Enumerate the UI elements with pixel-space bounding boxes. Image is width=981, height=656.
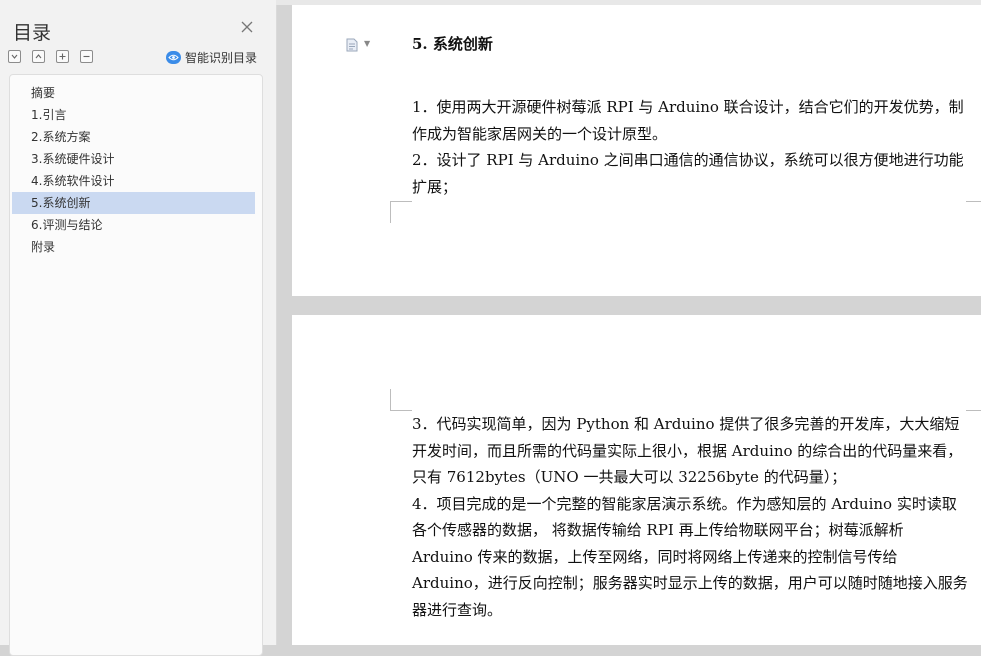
smart-recognize-icon [166, 51, 181, 64]
paragraph: 3．代码实现简单，因为 Python 和 Arduino 提供了很多完善的开发库… [412, 415, 963, 486]
close-icon[interactable] [240, 20, 254, 34]
toc-item-active[interactable]: 5.系统创新 [12, 192, 255, 214]
page-corner-mark [390, 389, 412, 411]
toc-item[interactable]: 2.系统方案 [12, 126, 255, 148]
page-corner-mark [966, 201, 981, 202]
toc-item[interactable]: 6.评测与结论 [12, 214, 255, 236]
smart-recognize-button[interactable]: 智能识别目录 [166, 49, 257, 66]
smart-recognize-label: 智能识别目录 [185, 51, 258, 65]
toc-title: 目录 [13, 22, 52, 44]
toc-toolbar [8, 50, 93, 63]
remove-level-icon[interactable] [80, 50, 93, 63]
expand-up-icon[interactable] [32, 50, 45, 63]
toc-item[interactable]: 3.系统硬件设计 [12, 148, 255, 170]
toc-item[interactable]: 4.系统软件设计 [12, 170, 255, 192]
toc-pane: 目录 智能识别目录 摘要 1.引言 2.系统方案 3.系统硬件设计 4.系统软件… [0, 0, 277, 656]
paragraph: 4．项目完成的是一个完整的智能家居演示系统。作为感知层的 Arduino 实时读… [412, 494, 968, 619]
toc-item[interactable]: 1.引言 [12, 104, 255, 126]
paragraph: 1．使用两大开源硬件树莓派 RPI 与 Arduino 联合设计，结合它们的开发… [412, 98, 964, 143]
toc-list: 摘要 1.引言 2.系统方案 3.系统硬件设计 4.系统软件设计 5.系统创新 … [12, 82, 255, 258]
document-page: 3．代码实现简单，因为 Python 和 Arduino 提供了很多完善的开发库… [292, 315, 981, 645]
chevron-down-icon[interactable]: ▼ [364, 39, 370, 48]
collapse-all-icon[interactable] [8, 50, 21, 63]
page-corner-mark [966, 410, 981, 411]
page-corner-mark [390, 201, 412, 223]
page2-body: 3．代码实现简单，因为 Python 和 Arduino 提供了很多完善的开发库… [412, 411, 968, 623]
document-icon[interactable] [346, 37, 358, 52]
paragraph: 2．设计了 RPI 与 Arduino 之间串口通信的通信协议，系统可以很方便地… [412, 151, 964, 196]
document-area: ▼ 5. 系统创新 1．使用两大开源硬件树莓派 RPI 与 Arduino 联合… [276, 0, 981, 645]
section-heading: 5. 系统创新 [412, 35, 493, 53]
toc-list-panel: 摘要 1.引言 2.系统方案 3.系统硬件设计 4.系统软件设计 5.系统创新 … [9, 74, 263, 656]
toc-item[interactable]: 摘要 [12, 82, 255, 104]
document-page: ▼ 5. 系统创新 1．使用两大开源硬件树莓派 RPI 与 Arduino 联合… [292, 5, 981, 296]
page1-body: 1．使用两大开源硬件树莓派 RPI 与 Arduino 联合设计，结合它们的开发… [412, 94, 968, 200]
toc-item[interactable]: 附录 [12, 236, 255, 258]
add-level-icon[interactable] [56, 50, 69, 63]
